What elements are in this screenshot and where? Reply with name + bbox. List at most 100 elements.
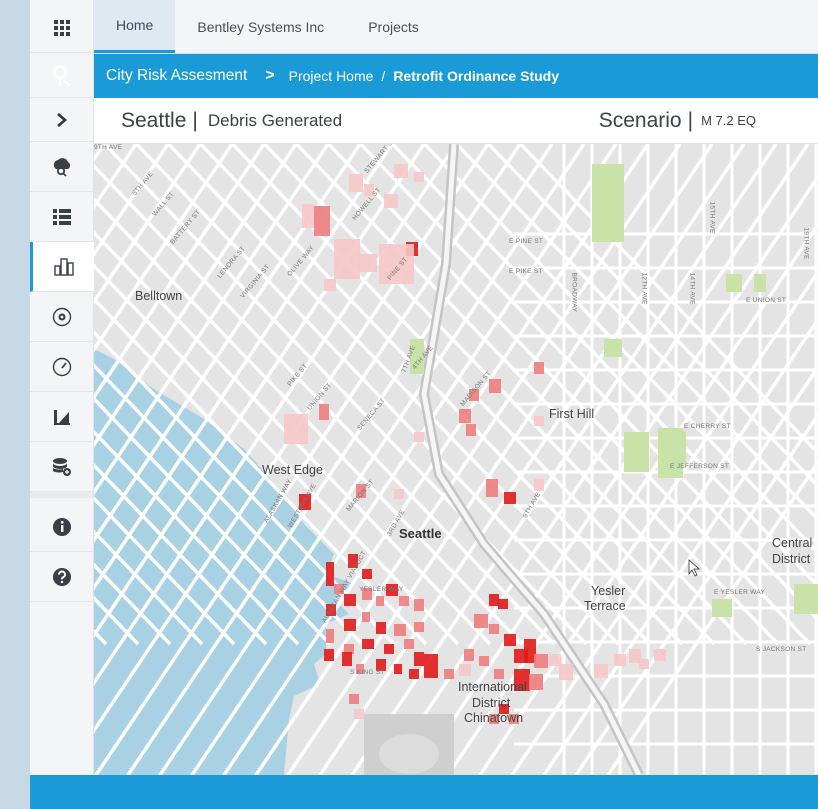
street-label: E JEFFERSON ST [670,463,730,470]
debris-cell [326,562,334,586]
debris-cell [614,654,626,666]
debris-cell [414,599,424,611]
breadcrumb-project-home[interactable]: Project Home [289,68,374,84]
debris-cell [639,659,649,669]
debris-cell [504,492,516,504]
debris-cell [479,656,489,666]
list-icon[interactable] [30,192,94,242]
chevron-right-icon[interactable] [30,98,94,142]
place-yesler: Yesler [591,584,626,598]
debris-cell [504,634,516,646]
debris-cell [494,669,504,679]
app-window: Home Bentley Systems Inc Projects City R… [30,0,818,809]
settings-circle-icon[interactable] [30,292,94,342]
tab-home[interactable]: Home [94,0,176,53]
debris-cell [394,624,406,636]
scenario-value: M 7.2 EQ [701,113,756,128]
street-label: E PINE ST [509,238,544,245]
scenario-selector[interactable]: Scenario | M 7.2 EQ [599,109,756,133]
debris-cell [362,569,372,579]
info-icon[interactable] [30,502,94,552]
breadcrumb-chevron-icon: > [265,67,275,84]
debris-cell [474,614,488,628]
debris-cell [409,669,419,679]
scenario-divider: | [687,108,694,132]
debris-cell [414,432,424,442]
help-icon[interactable] [30,552,94,602]
street-label: S KING ST [350,669,385,676]
street-label: 15TH AVE [708,201,716,234]
debris-cell [302,204,314,228]
debris-cell [534,654,548,668]
city-name: Seattle [121,108,187,132]
tab-bentley-systems[interactable]: Bentley Systems Inc [175,0,346,53]
debris-cell [444,669,454,679]
map-canvas [94,144,818,775]
debris-cell [414,622,424,632]
place-belltown: Belltown [135,289,183,303]
debris-cell [324,649,334,661]
debris-cell [489,594,499,606]
street-label: 19TH AVE [802,227,810,260]
debris-cell [384,194,398,208]
header-divider: | [192,108,198,132]
debris-cell [342,652,352,666]
debris-cell [376,596,384,606]
debris-cell [334,239,360,279]
location-search-icon[interactable] [30,54,94,98]
debris-cell [319,404,329,420]
debris-cell [362,639,374,649]
debris-cell [534,362,544,374]
place-international: International [458,680,527,694]
breadcrumb: City Risk Assesment > Project Home / Ret… [94,54,818,98]
tab-projects[interactable]: Projects [346,0,441,53]
street-label: 9TH AVE [94,144,123,151]
map-header: Seattle | Debris Generated Scenario | M … [94,98,818,144]
debris-cell [349,694,359,704]
debris-cell [394,489,404,499]
footer-bar [30,775,818,809]
debris-cell [498,599,508,609]
debris-cell [534,416,544,426]
place-first-hill: First Hill [549,407,595,421]
street-label: S JACKSON ST [756,646,807,653]
debris-cell [534,479,544,491]
place-central: Central [772,536,813,550]
debris-cell [486,479,498,497]
place-central-district: District [772,552,811,566]
debris-cell [376,622,386,634]
left-icon-rail [30,0,94,775]
street-label: E YESLER WAY [714,589,766,596]
street-label: BROADWAY [570,272,578,313]
street-label: 12TH AVE [640,272,648,305]
breadcrumb-separator: / [381,68,386,84]
debris-cell [384,644,394,654]
buildings-icon[interactable] [30,242,94,292]
place-international-district: District [472,696,511,710]
street-label: YESLER WAY [359,586,404,593]
debris-cell [414,172,424,182]
breadcrumb-root[interactable]: City Risk Assesment [106,67,247,85]
debris-cell [459,409,471,423]
debris-cell [489,624,499,634]
gauge-icon[interactable] [30,342,94,392]
debris-cell [464,649,474,661]
debris-map[interactable]: Belltown First Hill West Edge Seattle Ye… [94,144,818,775]
grid-icon[interactable] [30,3,94,53]
debris-cell [404,639,414,649]
debris-cell [349,174,363,192]
street-label: 14TH AVE [688,272,696,305]
street-label: E CHERRY ST [684,423,731,430]
debris-cell [394,164,408,178]
retrofit-chart-icon[interactable] [30,392,94,442]
debris-cell [344,619,356,631]
debris-cell [414,652,424,666]
top-tab-bar: Home Bentley Systems Inc Projects [94,0,818,54]
debris-cell [354,709,364,719]
debris-cell [362,612,370,622]
place-west-edge: West Edge [262,463,323,477]
scenario-label: Scenario [598,108,682,132]
hazard-cloud-icon[interactable] [30,142,94,192]
debris-cell [466,424,476,436]
database-add-icon[interactable] [30,442,94,492]
